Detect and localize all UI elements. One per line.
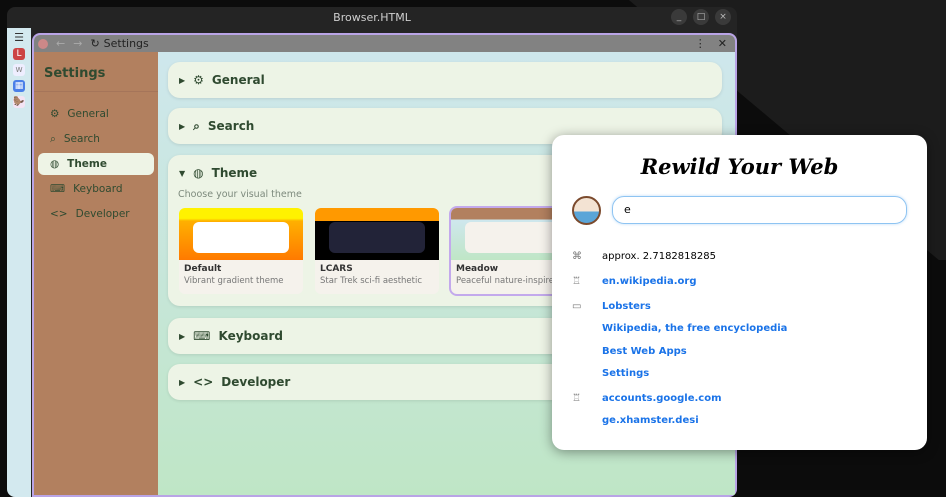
theme-desc: Star Trek sci-fi aesthetic bbox=[320, 276, 423, 286]
sidebar-item-label: General bbox=[67, 108, 109, 120]
section-title: Theme bbox=[211, 166, 258, 180]
expand-icon: ▶ bbox=[179, 121, 186, 131]
popup-title: Rewild Your Web bbox=[640, 154, 839, 179]
theme-option-default[interactable]: Default Vibrant gradient theme bbox=[179, 208, 303, 294]
section-title: General bbox=[211, 73, 265, 87]
close-tab-button[interactable]: ✕ bbox=[718, 37, 727, 50]
theme-name: Default bbox=[184, 264, 222, 274]
minimize-button[interactable]: _ bbox=[671, 9, 687, 25]
section-general[interactable]: ▶ ⚙ General bbox=[168, 62, 722, 98]
tab-icon: ▭ bbox=[572, 301, 582, 312]
result-item[interactable]: ▭ Lobsters bbox=[572, 301, 651, 312]
theme-name: LCARS bbox=[320, 264, 353, 274]
omnibox-popup: Rewild Your Web e ⌘ approx. 2.7182818285 … bbox=[552, 135, 927, 450]
tab-apps-icon[interactable]: ▦ bbox=[13, 80, 25, 92]
result-link[interactable]: Best Web Apps bbox=[602, 346, 687, 357]
theme-desc: Vibrant gradient theme bbox=[184, 276, 284, 286]
toolbar: ← → ↻ Settings ⋮ ✕ bbox=[34, 35, 735, 52]
sidebar-title: Settings bbox=[34, 52, 158, 92]
tab-lobsters-icon[interactable]: L bbox=[13, 48, 25, 60]
tab-settings-icon[interactable]: 🦫 bbox=[13, 96, 25, 108]
result-item[interactable]: Wikipedia, the free encyclopedia bbox=[572, 323, 787, 334]
trophy-icon: ♖ bbox=[572, 393, 581, 404]
palette-icon: ◍ bbox=[193, 166, 204, 180]
keyboard-icon: ⌨ bbox=[50, 183, 66, 195]
expand-icon: ▶ bbox=[179, 377, 186, 387]
collapse-icon: ▼ bbox=[179, 168, 186, 178]
forward-button[interactable]: → bbox=[73, 37, 82, 50]
keyboard-icon: ⌨ bbox=[193, 329, 211, 343]
palette-icon: ◍ bbox=[50, 158, 60, 170]
gear-icon: ⚙ bbox=[50, 108, 60, 120]
result-item[interactable]: ge.xhamster.desi bbox=[572, 415, 699, 426]
result-item[interactable]: Settings bbox=[572, 368, 649, 379]
favicon bbox=[38, 38, 48, 49]
sidebar-item-label: Developer bbox=[75, 208, 130, 220]
sidebar-item-search[interactable]: ⌕ Search bbox=[38, 128, 154, 150]
gear-icon: ⚙ bbox=[193, 73, 204, 87]
page-title: Settings bbox=[103, 37, 149, 50]
expand-icon: ▶ bbox=[179, 331, 186, 341]
sidebar-item-general[interactable]: ⚙ General bbox=[38, 103, 154, 125]
beaver-avatar bbox=[572, 196, 601, 225]
close-window-button[interactable]: × bbox=[715, 9, 731, 25]
theme-option-lcars[interactable]: LCARS Star Trek sci-fi aesthetic bbox=[315, 208, 439, 294]
back-button[interactable]: ← bbox=[56, 37, 65, 50]
sidebar-item-developer[interactable]: <> Developer bbox=[38, 203, 154, 225]
sidebar-item-theme[interactable]: ◍ Theme bbox=[38, 153, 154, 175]
result-calculator[interactable]: ⌘ approx. 2.7182818285 bbox=[572, 251, 716, 262]
code-icon: <> bbox=[50, 208, 68, 220]
sidebar-item-keyboard[interactable]: ⌨ Keyboard bbox=[38, 178, 154, 200]
sidebar-item-label: Keyboard bbox=[73, 183, 123, 195]
search-icon: ⌕ bbox=[50, 132, 56, 145]
result-item[interactable]: Best Web Apps bbox=[572, 346, 687, 357]
code-icon: <> bbox=[193, 375, 214, 389]
sidebar-item-label: Search bbox=[63, 133, 100, 145]
result-item[interactable]: ♖ accounts.google.com bbox=[572, 393, 722, 404]
tab-strip: ☰ L w ▦ 🦫 bbox=[7, 28, 31, 497]
menu-icon[interactable]: ☰ bbox=[13, 32, 25, 44]
result-link[interactable]: Lobsters bbox=[602, 301, 651, 312]
expand-icon: ▶ bbox=[179, 75, 186, 85]
result-link[interactable]: ge.xhamster.desi bbox=[602, 415, 699, 426]
section-title: Developer bbox=[221, 375, 291, 389]
result-link[interactable]: accounts.google.com bbox=[602, 393, 722, 404]
section-title: Keyboard bbox=[218, 329, 283, 343]
tab-wikipedia-icon[interactable]: w bbox=[13, 64, 25, 76]
window-title: Browser.HTML bbox=[333, 11, 411, 24]
result-item[interactable]: ♖ en.wikipedia.org bbox=[572, 276, 696, 287]
result-link[interactable]: en.wikipedia.org bbox=[602, 276, 696, 287]
reload-button[interactable]: ↻ bbox=[90, 37, 99, 50]
section-title: Search bbox=[207, 119, 255, 133]
search-input[interactable]: e bbox=[612, 196, 907, 224]
sidebar-item-label: Theme bbox=[67, 158, 107, 170]
maximize-button[interactable]: □ bbox=[693, 9, 709, 25]
result-link[interactable]: Wikipedia, the free encyclopedia bbox=[602, 323, 787, 334]
result-text: approx. 2.7182818285 bbox=[602, 251, 716, 262]
result-link[interactable]: Settings bbox=[602, 368, 649, 379]
more-menu-button[interactable]: ⋮ bbox=[695, 37, 706, 50]
trophy-icon: ♖ bbox=[572, 276, 581, 287]
search-icon: ⌕ bbox=[193, 118, 200, 133]
calculator-icon: ⌘ bbox=[572, 251, 582, 262]
settings-sidebar: Settings ⚙ General ⌕ Search ◍ Theme ⌨ Keyboa… bbox=[34, 52, 158, 495]
